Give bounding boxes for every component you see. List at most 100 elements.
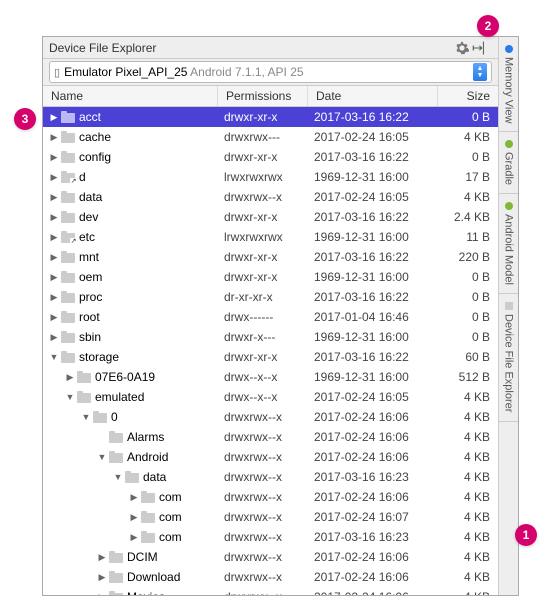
cell-name: ▶ com [43, 530, 218, 544]
table-row[interactable]: ▶mntdrwxr-xr-x2017-03-16 16:22220 B [43, 247, 498, 267]
gradle-icon [505, 140, 513, 148]
chevron-down-icon[interactable]: ▼ [113, 472, 123, 482]
cell-date: 2017-02-24 16:06 [308, 490, 438, 504]
table-row[interactable]: ▶Downloaddrwxrwx--x2017-02-24 16:064 KB [43, 567, 498, 587]
table-row[interactable]: ▶cachedrwxrwx---2017-02-24 16:054 KB [43, 127, 498, 147]
chevron-right-icon[interactable]: ▶ [49, 332, 59, 343]
table-row[interactable]: ▶procdr-xr-xr-x2017-03-16 16:220 B [43, 287, 498, 307]
cell-perm: lrwxrwxrwx [218, 230, 308, 244]
table-row[interactable]: ▼emulateddrwx--x--x2017-02-24 16:054 KB [43, 387, 498, 407]
tab-android-model[interactable]: Android Model [499, 194, 518, 294]
chevron-right-icon[interactable]: ▶ [49, 132, 59, 143]
file-name: etc [79, 230, 95, 244]
chevron-right-icon[interactable]: ▶ [49, 152, 59, 163]
chevron-right-icon[interactable]: ▶ [65, 372, 75, 383]
cell-perm: drwxrwx--x [218, 470, 308, 484]
folder-icon [109, 452, 123, 463]
cell-perm: drwxr-xr-x [218, 250, 308, 264]
cell-name: ▶Download [43, 570, 218, 584]
cell-name: ▶07E6-0A19 [43, 370, 218, 384]
header-size[interactable]: Size [438, 86, 498, 106]
tab-gradle[interactable]: Gradle [499, 132, 518, 194]
cell-date: 2017-03-16 16:22 [308, 110, 438, 124]
tab-label: Gradle [503, 152, 515, 185]
table-row[interactable]: ▶comdrwxrwx--x2017-03-16 16:234 KB [43, 527, 498, 547]
table-row[interactable]: ▶Alarmsdrwxrwx--x2017-02-24 16:064 KB [43, 427, 498, 447]
right-dock-tabs: Memory View Gradle Android Model Device … [498, 37, 518, 595]
table-row[interactable]: ▼Androiddrwxrwx--x2017-02-24 16:064 KB [43, 447, 498, 467]
tab-device-file-explorer[interactable]: Device File Explorer [499, 294, 518, 421]
table-row[interactable]: ▶oemdrwxr-xr-x1969-12-31 16:000 B [43, 267, 498, 287]
chevron-right-icon[interactable]: ▶ [129, 532, 139, 543]
cell-date: 2017-03-16 16:22 [308, 210, 438, 224]
header-name[interactable]: Name [43, 86, 218, 106]
table-row[interactable]: ▼datadrwxrwx--x2017-03-16 16:234 KB [43, 467, 498, 487]
table-row[interactable]: ▶sbindrwxr-x---1969-12-31 16:000 B [43, 327, 498, 347]
chevron-right-icon[interactable]: ▶ [129, 512, 139, 523]
chevron-right-icon[interactable]: ▶ [49, 292, 59, 303]
file-name: Alarms [127, 430, 164, 444]
table-row[interactable]: ▼storagedrwxr-xr-x2017-03-16 16:2260 B [43, 347, 498, 367]
table-row[interactable]: ▶configdrwxr-xr-x2017-03-16 16:220 B [43, 147, 498, 167]
cell-perm: drwxrwx--x [218, 450, 308, 464]
file-name: com [159, 530, 182, 544]
table-row[interactable]: ▼0drwxrwx--x2017-02-24 16:064 KB [43, 407, 498, 427]
cell-size: 4 KB [438, 590, 498, 595]
chevron-down-icon[interactable]: ▼ [97, 452, 107, 462]
hide-icon[interactable]: ↦⎸ [476, 40, 492, 56]
table-row[interactable]: ▶07E6-0A19drwx--x--x1969-12-31 16:00512 … [43, 367, 498, 387]
folder-icon [109, 552, 123, 563]
cell-name: ▼0 [43, 410, 218, 424]
table-row[interactable]: ▶acctdrwxr-xr-x2017-03-16 16:220 B [43, 107, 498, 127]
file-tree[interactable]: ▶acctdrwxr-xr-x2017-03-16 16:220 B▶cache… [43, 107, 498, 595]
cell-date: 2017-02-24 16:06 [308, 550, 438, 564]
cell-perm: drwxrwx--x [218, 490, 308, 504]
chevron-down-icon[interactable]: ▼ [49, 352, 59, 362]
folder-link-icon: ↗ [61, 232, 75, 243]
table-row[interactable]: ▶Moviesdrwxrwx--x2017-02-24 16:064 KB [43, 587, 498, 595]
chevron-right-icon[interactable]: ▶ [49, 252, 59, 263]
table-row[interactable]: ▶comdrwxrwx--x2017-02-24 16:064 KB [43, 487, 498, 507]
chevron-right-icon[interactable]: ▶ [49, 272, 59, 283]
chevron-right-icon[interactable]: ▶ [49, 232, 59, 243]
chevron-right-icon[interactable]: ▶ [49, 192, 59, 203]
cell-name: ▼data [43, 470, 218, 484]
chevron-right-icon[interactable]: ▶ [49, 212, 59, 223]
gear-icon[interactable] [454, 40, 470, 56]
table-row[interactable]: ▶datadrwxrwx--x2017-02-24 16:054 KB [43, 187, 498, 207]
chevron-down-icon[interactable]: ▼ [81, 412, 91, 422]
cell-date: 2017-03-16 16:22 [308, 150, 438, 164]
table-row[interactable]: ▶devdrwxr-xr-x2017-03-16 16:222.4 KB [43, 207, 498, 227]
cell-name: ▶Alarms [43, 430, 218, 444]
table-row[interactable]: ▶↗etclrwxrwxrwx1969-12-31 16:0011 B [43, 227, 498, 247]
header-date[interactable]: Date [308, 86, 438, 106]
folder-icon [93, 412, 107, 423]
chevron-right-icon[interactable]: ▶ [49, 172, 59, 183]
chevron-right-icon[interactable]: ▶ [49, 112, 59, 123]
table-row[interactable]: ▶rootdrwx------2017-01-04 16:460 B [43, 307, 498, 327]
device-selector[interactable]: ▯ Emulator Pixel_API_25 Android 7.1.1, A… [49, 61, 492, 83]
cell-name: ▶proc [43, 290, 218, 304]
chevron-right-icon[interactable]: ▶ [49, 312, 59, 323]
device-icon: ▯ [54, 66, 60, 79]
folder-icon [141, 492, 155, 503]
table-row[interactable]: ▶comdrwxrwx--x2017-02-24 16:074 KB [43, 507, 498, 527]
tab-memory-view[interactable]: Memory View [499, 37, 518, 132]
cell-date: 2017-02-24 16:05 [308, 130, 438, 144]
cell-name: ▶mnt [43, 250, 218, 264]
table-row[interactable]: ▶↗dlrwxrwxrwx1969-12-31 16:0017 B [43, 167, 498, 187]
cell-perm: drwxr-xr-x [218, 210, 308, 224]
chevron-right-icon[interactable]: ▶ [129, 492, 139, 503]
chevron-right-icon[interactable]: ▶ [97, 592, 107, 596]
table-row[interactable]: ▶DCIMdrwxrwx--x2017-02-24 16:064 KB [43, 547, 498, 567]
cell-date: 2017-01-04 16:46 [308, 310, 438, 324]
cell-date: 1969-12-31 16:00 [308, 270, 438, 284]
cell-name: ▶com [43, 510, 218, 524]
chevron-right-icon[interactable]: ▶ [97, 552, 107, 563]
cell-size: 0 B [438, 110, 498, 124]
header-permissions[interactable]: Permissions [218, 86, 308, 106]
chevron-right-icon[interactable]: ▶ [97, 572, 107, 583]
cell-name: ▼Android [43, 450, 218, 464]
folder-icon [109, 572, 123, 583]
chevron-down-icon[interactable]: ▼ [65, 392, 75, 402]
